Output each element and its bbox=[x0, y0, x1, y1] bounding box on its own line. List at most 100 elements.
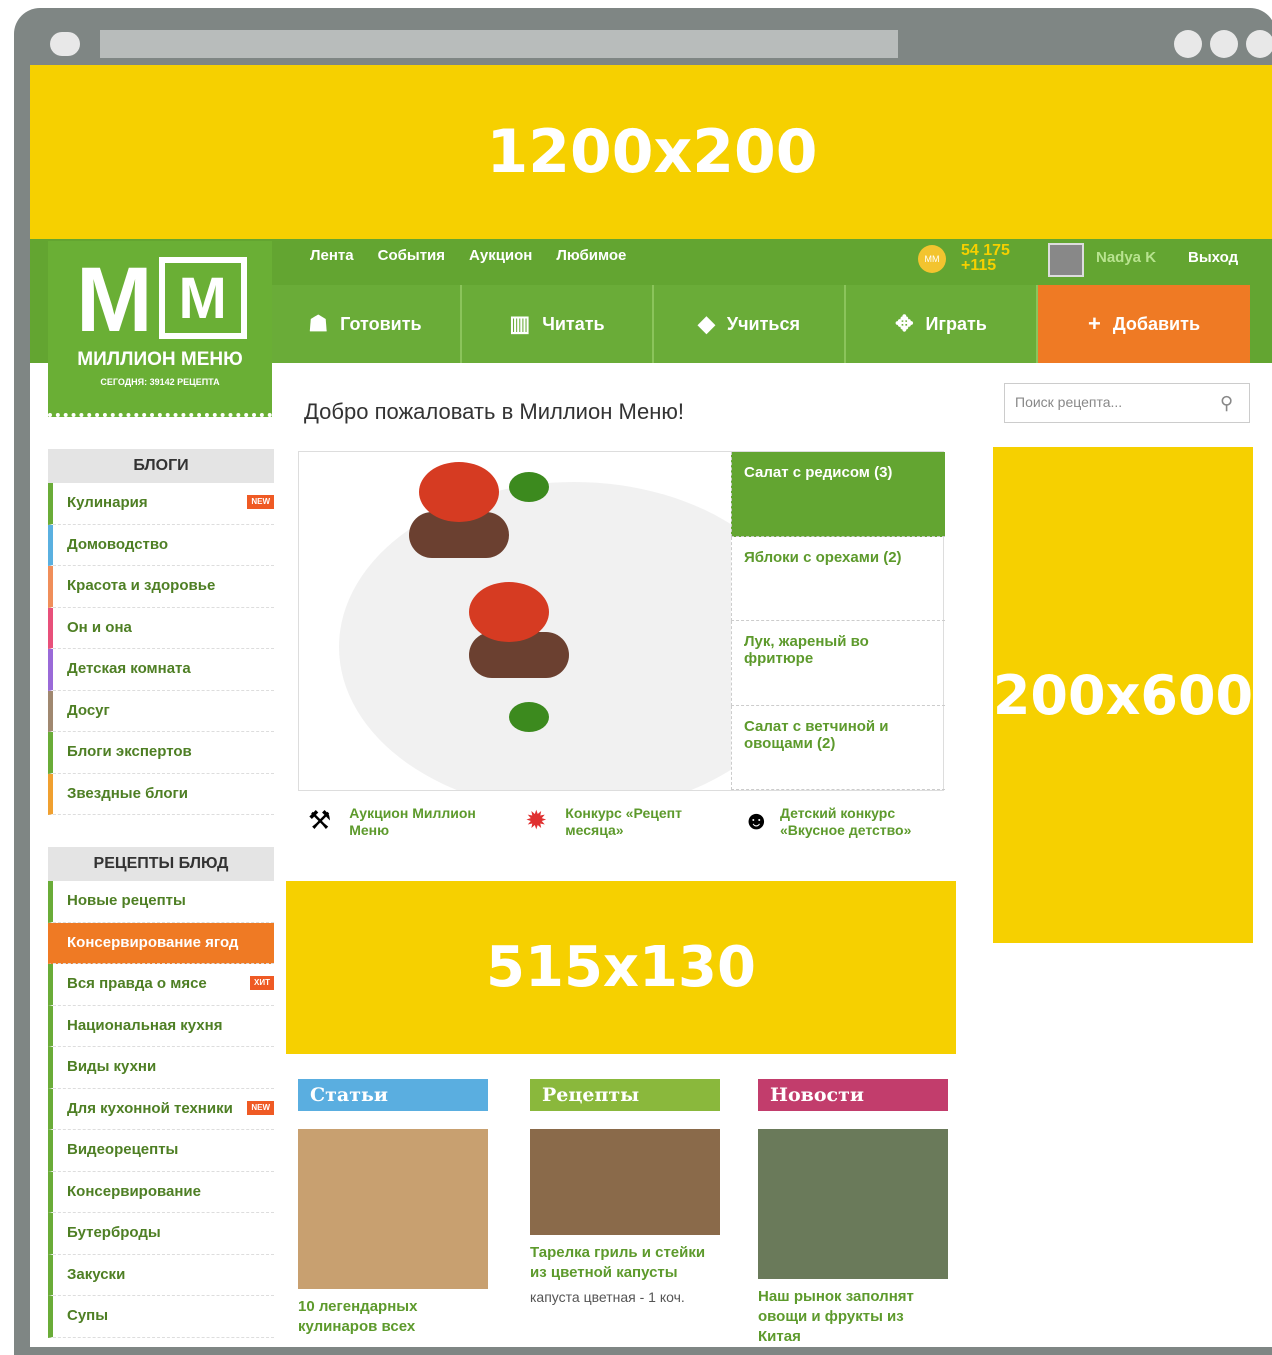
articles-column: Статьи 10 легендарных кулинаров всех bbox=[298, 1079, 488, 1337]
nav-play[interactable]: ✥ Играть bbox=[846, 285, 1038, 363]
blog-item[interactable]: Красота и здоровье bbox=[48, 566, 274, 608]
recipe-cat-item[interactable]: Закуски bbox=[48, 1254, 274, 1296]
logout-link[interactable]: Выход bbox=[1188, 249, 1238, 266]
slider-item[interactable]: Салат с редисом (3) bbox=[731, 452, 945, 537]
blogs-box: БЛОГИ Кулинария NEW Домоводство Красота и… bbox=[48, 449, 274, 815]
blog-item[interactable]: Кулинария NEW bbox=[48, 483, 274, 525]
top-nav-feed[interactable]: Лента bbox=[310, 247, 354, 264]
herb-image bbox=[509, 472, 549, 502]
news-image[interactable] bbox=[758, 1129, 948, 1279]
page-title: Добро пожаловать в Миллион Меню! bbox=[304, 399, 685, 424]
recipe-cat-item[interactable]: Новые рецепты bbox=[48, 881, 274, 923]
blog-item[interactable]: Детская комната bbox=[48, 649, 274, 691]
recipe-cat-item[interactable]: Консервирование bbox=[48, 1171, 274, 1213]
search-icon[interactable]: ⚲ bbox=[1220, 393, 1233, 414]
avatar[interactable] bbox=[1048, 243, 1084, 277]
recipes-box: РЕЦЕПТЫ БЛЮД Новые рецепты Консервирован… bbox=[48, 847, 274, 1338]
news-title[interactable]: Наш рынок заполнят овощи и фрукты из Кит… bbox=[758, 1287, 948, 1347]
chef-hat-icon: ☗ bbox=[308, 311, 329, 336]
blog-item-label: Домоводство bbox=[67, 535, 169, 553]
books-icon: ▥ bbox=[509, 311, 531, 336]
nav-label: Учиться bbox=[726, 313, 801, 334]
recipe-cat-item[interactable]: Для кухонной техники NEW bbox=[48, 1088, 274, 1130]
window-controls bbox=[1174, 30, 1272, 58]
coin-balance[interactable]: 54 175 +115 bbox=[961, 243, 1010, 274]
search-input[interactable]: Поиск рецепта... bbox=[1004, 383, 1250, 423]
window-control[interactable] bbox=[1174, 30, 1202, 58]
window-control[interactable] bbox=[1246, 30, 1272, 58]
nav-add[interactable]: + Добавить bbox=[1038, 285, 1250, 363]
promo-row: ⚒ Аукцион Миллион Меню ✹ Конкурс «Рецепт м… bbox=[298, 805, 950, 839]
articles-tag[interactable]: Статьи bbox=[298, 1079, 488, 1111]
blog-item[interactable]: Блоги экспертов bbox=[48, 732, 274, 774]
address-bar[interactable] bbox=[100, 30, 898, 58]
recipe-cat-item[interactable]: Национальная кухня bbox=[48, 1005, 274, 1047]
blog-item-label: Он и она bbox=[67, 618, 132, 636]
promo-auction[interactable]: ⚒ Аукцион Миллион Меню bbox=[298, 805, 515, 839]
recipe-cat-label: Закуски bbox=[67, 1265, 126, 1283]
top-nav-favorites[interactable]: Любимое bbox=[556, 247, 626, 264]
recipes-tag[interactable]: Рецепты bbox=[530, 1079, 720, 1111]
slider-item[interactable]: Лук, жареный во фритюре bbox=[731, 621, 945, 706]
promo-label: Детский конкурс «Вкусное детство» bbox=[780, 805, 912, 838]
article-title[interactable]: 10 легендарных кулинаров всех bbox=[298, 1297, 488, 1337]
article-image[interactable] bbox=[298, 1129, 488, 1289]
nav-learn[interactable]: ◆ Учиться bbox=[654, 285, 846, 363]
recipe-cat-label: Для кухонной техники bbox=[67, 1099, 233, 1117]
recipe-cat-item[interactable]: Виды кухни bbox=[48, 1047, 274, 1089]
news-column: Новости Наш рынок заполнят овощи и фрукт… bbox=[758, 1079, 948, 1347]
logo-m: M bbox=[76, 249, 153, 351]
slider-item[interactable]: Яблоки с орехами (2) bbox=[731, 536, 945, 621]
recipe-cat-label: Национальная кухня bbox=[67, 1016, 223, 1034]
top-nav-events[interactable]: События bbox=[378, 247, 445, 264]
news-tag[interactable]: Новости bbox=[758, 1079, 948, 1111]
recipe-cat-label: Бутерброды bbox=[67, 1224, 161, 1241]
blog-item-label: Красота и здоровье bbox=[67, 577, 216, 594]
promo-contest[interactable]: ✹ Конкурс «Рецепт месяца» bbox=[515, 805, 732, 839]
window-control[interactable] bbox=[1210, 30, 1238, 58]
recipe-cat-item[interactable]: Бутерброды bbox=[48, 1213, 274, 1255]
plus-icon: + bbox=[1087, 311, 1101, 336]
slider-item[interactable]: Салат с ветчиной и овощами (2) bbox=[731, 705, 945, 790]
recipes-header: РЕЦЕПТЫ БЛЮД bbox=[48, 847, 274, 881]
username-link[interactable]: Nadya K bbox=[1096, 249, 1156, 266]
nav-read[interactable]: ▥ Читать bbox=[462, 285, 654, 363]
coins-delta: +115 bbox=[961, 257, 997, 274]
blog-item[interactable]: Он и она bbox=[48, 607, 274, 649]
logo-subtitle: СЕГОДНЯ: 39142 РЕЦЕПТА bbox=[100, 377, 220, 387]
logo-mark: M M bbox=[76, 249, 247, 351]
recipe-cat-item[interactable]: Вся правда о мясе ХИТ bbox=[48, 964, 274, 1006]
blog-item[interactable]: Звездные блоги bbox=[48, 773, 274, 815]
window-control[interactable] bbox=[50, 32, 80, 56]
slider-image[interactable] bbox=[299, 452, 731, 790]
recipe-cat-item[interactable]: Видеорецепты bbox=[48, 1130, 274, 1172]
recipe-cat-item[interactable]: Супы bbox=[48, 1296, 274, 1338]
recipe-cat-label: Консервирование bbox=[67, 1182, 201, 1200]
recipe-cat-label: Консервирование ягод bbox=[67, 933, 239, 951]
herb-image bbox=[509, 702, 549, 732]
blog-item-label: Досуг bbox=[67, 701, 110, 719]
blog-item[interactable]: Домоводство bbox=[48, 524, 274, 566]
recipe-image[interactable] bbox=[530, 1129, 720, 1235]
promo-kids[interactable]: ☻ Детский конкурс «Вкусное детство» bbox=[733, 805, 950, 839]
blogs-header: БЛОГИ bbox=[48, 449, 274, 483]
gamepad-icon: ✥ bbox=[895, 311, 914, 336]
recipe-title[interactable]: Тарелка гриль и стейки из цветной капуст… bbox=[530, 1243, 720, 1283]
blog-item[interactable]: Досуг bbox=[48, 690, 274, 732]
blog-item-label: Кулинария bbox=[67, 494, 148, 511]
banner-placeholder-right: 200x600 bbox=[993, 447, 1253, 943]
nav-cook[interactable]: ☗ Готовить bbox=[270, 285, 462, 363]
smiley-icon: ☻ bbox=[742, 805, 771, 835]
logo-title: МИЛЛИОН МЕНЮ bbox=[77, 349, 243, 370]
recipe-cat-label: Видеорецепты bbox=[67, 1141, 179, 1158]
top-nav-auction[interactable]: Аукцион bbox=[469, 247, 532, 264]
blog-item-label: Звездные блоги bbox=[67, 784, 188, 802]
new-badge: NEW bbox=[247, 495, 274, 509]
hit-badge: ХИТ bbox=[250, 976, 274, 990]
slider-list: Салат с редисом (3) Яблоки с орехами (2)… bbox=[731, 452, 945, 790]
recipe-ingredient: капуста цветная - 1 коч. bbox=[530, 1289, 685, 1305]
featured-slider: Салат с редисом (3) Яблоки с орехами (2)… bbox=[298, 451, 945, 791]
recipe-cat-item[interactable]: Консервирование ягод bbox=[48, 922, 274, 964]
site-logo[interactable]: M M МИЛЛИОН МЕНЮ СЕГОДНЯ: 39142 РЕЦЕПТА bbox=[48, 241, 272, 417]
blog-item-label: Блоги экспертов bbox=[67, 743, 192, 760]
